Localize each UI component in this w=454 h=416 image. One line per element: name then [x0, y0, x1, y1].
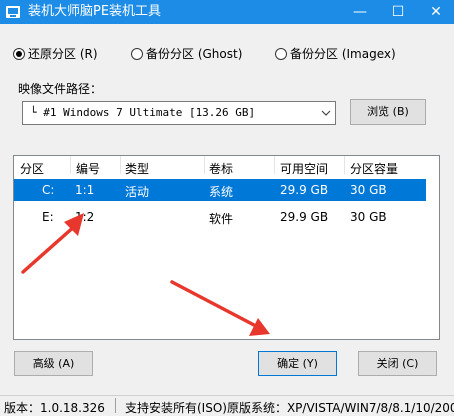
version-text: 版本：1.0.18.326 — [4, 401, 105, 415]
close-window-button[interactable]: ✕ — [418, 0, 454, 24]
column-divider — [274, 156, 275, 174]
ok-button[interactable]: 确定 (Y) — [258, 351, 337, 376]
cell-free-space: 29.9 GB — [280, 183, 329, 197]
cell-label: 软件 — [209, 212, 234, 226]
radio-backup-imagex[interactable]: 备份分区 (Imagex) — [275, 46, 396, 62]
cell-type: 活动 — [125, 185, 150, 199]
cell-drive: C: — [42, 183, 55, 197]
partition-row-e[interactable]: E: 1:2 软件 29.9 GB 30 GB — [14, 206, 426, 228]
column-header-type[interactable]: 类型 — [125, 160, 149, 177]
close-button[interactable]: 关闭 (C) — [358, 351, 437, 376]
partition-row-c[interactable]: C: 1:1 活动 系统 29.9 GB 30 GB — [14, 179, 426, 201]
image-path-select[interactable]: └ #1 Windows 7 Ultimate [13.26 GB] — [22, 101, 336, 125]
column-divider — [204, 156, 205, 174]
cell-drive: E: — [42, 210, 54, 224]
column-header-number[interactable]: 编号 — [76, 160, 100, 177]
column-divider — [120, 156, 121, 174]
radio-indicator — [13, 48, 25, 60]
chevron-down-icon[interactable] — [319, 105, 333, 121]
radio-label: 还原分区 (R) — [28, 47, 98, 61]
cell-number: 1:1 — [75, 183, 95, 197]
image-path-label: 映像文件路径： — [18, 82, 103, 96]
image-path-value: └ #1 Windows 7 Ultimate [13.26 GB] — [30, 106, 256, 119]
status-bar: 版本：1.0.18.326 支持安装所有(ISO)原版系统：XP/VISTA/W… — [0, 395, 454, 415]
column-header-partition[interactable]: 分区 — [20, 160, 44, 177]
radio-label: 备份分区 (Imagex) — [290, 47, 396, 61]
support-text: 支持安装所有(ISO)原版系统：XP/VISTA/WIN7/8/8.1/10/2… — [125, 401, 454, 415]
advanced-button[interactable]: 高级 (A) — [14, 351, 93, 376]
app-icon — [6, 6, 20, 18]
column-divider — [70, 156, 71, 174]
title-bar: 装机大师脑PE装机工具 — ☐ ✕ — [0, 0, 454, 24]
radio-restore-partition[interactable]: 还原分区 (R) — [13, 46, 98, 62]
radio-indicator — [275, 48, 287, 60]
column-header-label[interactable]: 卷标 — [209, 160, 233, 177]
column-header-free-space[interactable]: 可用空间 — [280, 160, 328, 177]
window-title: 装机大师脑PE装机工具 — [28, 4, 162, 19]
cell-capacity: 30 GB — [350, 210, 387, 224]
minimize-button[interactable]: — — [342, 0, 378, 24]
cell-capacity: 30 GB — [350, 183, 387, 197]
radio-indicator — [131, 48, 143, 60]
maximize-button[interactable]: ☐ — [380, 0, 416, 24]
cell-number: 1:2 — [75, 210, 95, 224]
cell-label: 系统 — [209, 185, 234, 199]
status-divider — [115, 398, 116, 413]
partition-list[interactable]: 分区 编号 类型 卷标 可用空间 分区容量 C: 1:1 活动 系统 29.9 … — [13, 155, 440, 340]
column-divider — [344, 156, 345, 174]
radio-label: 备份分区 (Ghost) — [146, 47, 243, 61]
browse-button[interactable]: 浏览 (B) — [350, 99, 426, 125]
cell-free-space: 29.9 GB — [280, 210, 329, 224]
column-header-capacity[interactable]: 分区容量 — [350, 160, 398, 177]
radio-backup-ghost[interactable]: 备份分区 (Ghost) — [131, 46, 242, 62]
